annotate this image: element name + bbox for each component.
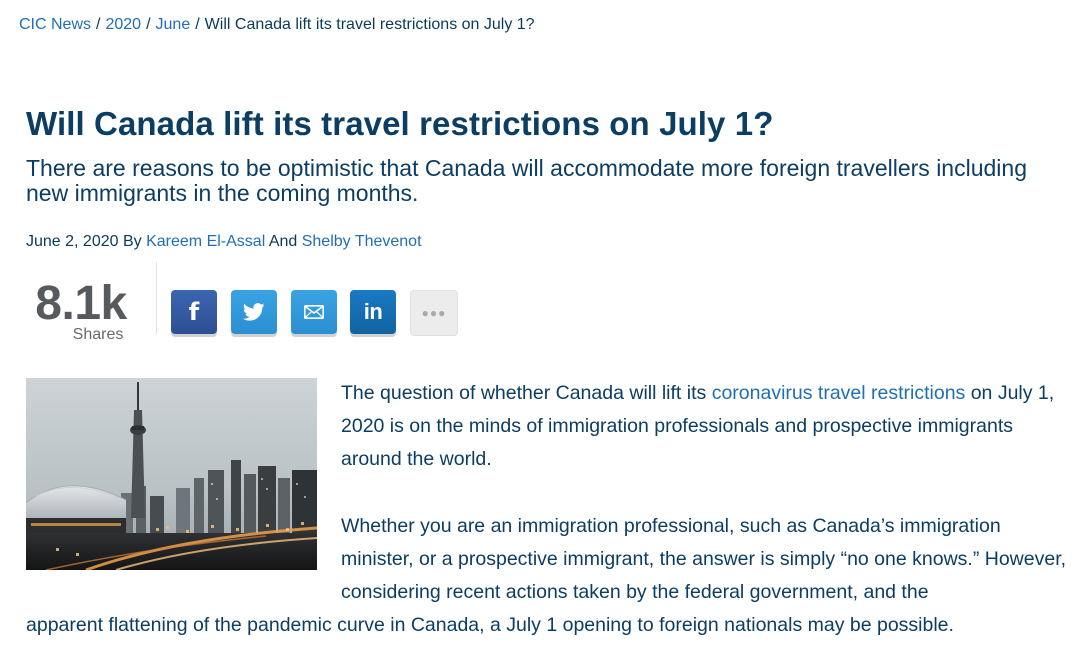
article-paragraph-2: Whether you are an immigration professio…	[341, 515, 1067, 603]
linkedin-share-button[interactable]: in	[350, 290, 396, 334]
publish-date: June 2, 2020 By	[26, 233, 142, 250]
article-subtitle: There are reasons to be optimistic that …	[26, 155, 1027, 206]
email-icon	[304, 305, 324, 319]
article-hero-image	[26, 378, 317, 570]
byline-conjunction: And	[268, 233, 298, 250]
breadcrumb-link-june[interactable]: June	[156, 16, 191, 33]
share-divider	[156, 262, 157, 334]
toronto-skyline-image	[26, 378, 317, 570]
share-counter: 8.1k Shares	[26, 278, 136, 344]
linkedin-icon: in	[363, 299, 383, 324]
author-link-kareem[interactable]: Kareem El-Assal	[146, 233, 265, 250]
author-link-shelby[interactable]: Shelby Thevenot	[302, 233, 422, 250]
facebook-share-button[interactable]: f	[171, 290, 217, 334]
breadcrumb-link-cic-news[interactable]: CIC News	[19, 16, 91, 33]
twitter-icon	[243, 303, 265, 321]
email-share-button[interactable]	[291, 290, 337, 334]
travel-restrictions-link[interactable]: coronavirus travel restrictions	[712, 382, 966, 404]
more-icon: ●●●	[421, 306, 447, 320]
article-title: Will Canada lift its travel restrictions…	[26, 105, 774, 142]
paragraph-1-text-start: The question of whether Canada will lift…	[341, 382, 712, 404]
breadcrumb-separator: /	[146, 16, 151, 33]
more-share-options-button[interactable]: ●●●	[410, 290, 458, 336]
article-paragraph-1: The question of whether Canada will lift…	[341, 377, 1071, 476]
breadcrumb-separator: /	[195, 16, 200, 33]
facebook-icon: f	[188, 298, 200, 326]
breadcrumb-current: Will Canada lift its travel restrictions…	[204, 16, 535, 33]
article-byline: June 2, 2020 By Kareem El-Assal And Shel…	[26, 233, 422, 251]
breadcrumb: CIC News/2020/June / Will Canada lift its …	[19, 16, 535, 34]
article-paragraph-2-continued: apparent flattening of the pandemic curv…	[26, 614, 954, 636]
breadcrumb-link-2020[interactable]: 2020	[105, 16, 141, 33]
twitter-share-button[interactable]	[231, 290, 277, 334]
breadcrumb-separator: /	[96, 16, 101, 33]
share-count-number: 8.1k	[35, 277, 127, 330]
